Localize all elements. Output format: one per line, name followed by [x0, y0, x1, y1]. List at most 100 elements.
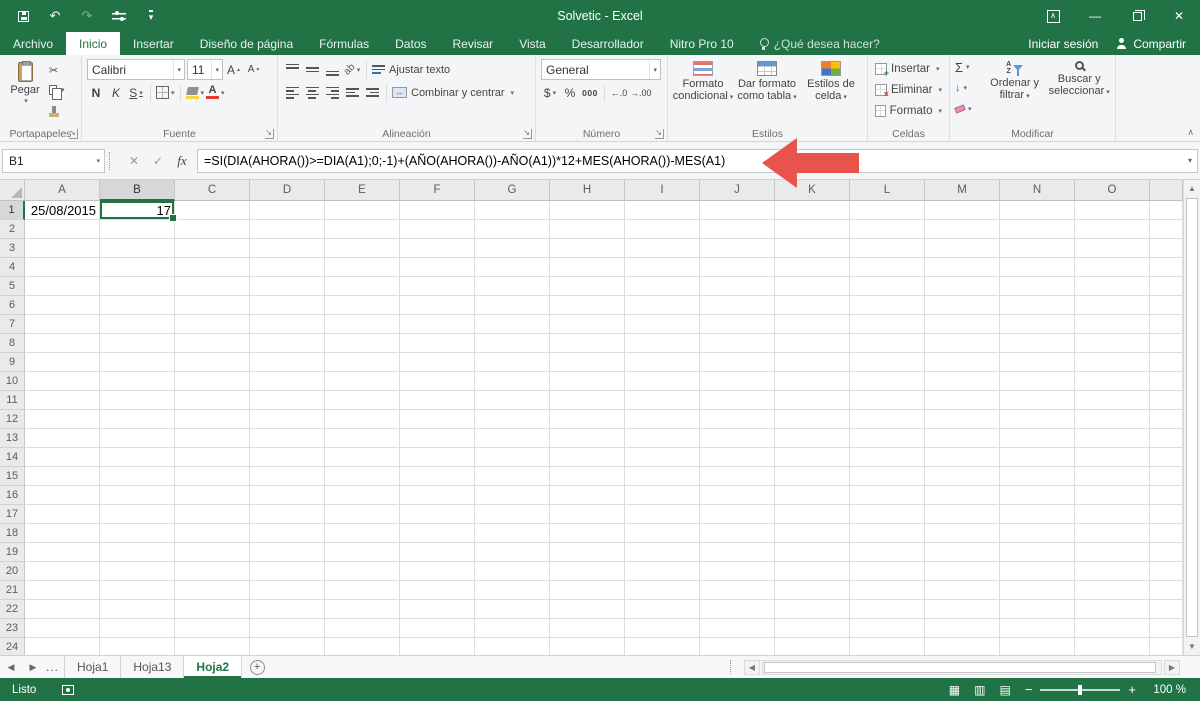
cell-F13[interactable] [400, 429, 475, 448]
cell-H8[interactable] [550, 334, 625, 353]
cell-J12[interactable] [700, 410, 775, 429]
scroll-up-icon[interactable]: ▲ [1184, 180, 1200, 197]
cell-F1[interactable] [400, 201, 475, 220]
cell-O13[interactable] [1075, 429, 1150, 448]
cell-B20[interactable] [100, 562, 175, 581]
cell-I7[interactable] [625, 315, 700, 334]
cell-B12[interactable] [100, 410, 175, 429]
cell-K11[interactable] [775, 391, 850, 410]
cell-A7[interactable] [25, 315, 100, 334]
cell-K2[interactable] [775, 220, 850, 239]
cell-J24[interactable] [700, 638, 775, 655]
cell-E21[interactable] [325, 581, 400, 600]
cell-C6[interactable] [175, 296, 250, 315]
cell-D10[interactable] [250, 372, 325, 391]
row-header-10[interactable]: 10 [0, 372, 25, 391]
cell-N4[interactable] [1000, 258, 1075, 277]
cell-D3[interactable] [250, 239, 325, 258]
cell-M14[interactable] [925, 448, 1000, 467]
cell-L17[interactable] [850, 505, 925, 524]
cell-B8[interactable] [100, 334, 175, 353]
cell-E19[interactable] [325, 543, 400, 562]
cell-B7[interactable] [100, 315, 175, 334]
cell-H18[interactable] [550, 524, 625, 543]
cell-E23[interactable] [325, 619, 400, 638]
cell-D20[interactable] [250, 562, 325, 581]
vertical-scrollbar-thumb[interactable] [1186, 198, 1198, 637]
cell-J14[interactable] [700, 448, 775, 467]
cell-F12[interactable] [400, 410, 475, 429]
cell-I22[interactable] [625, 600, 700, 619]
cell-L6[interactable] [850, 296, 925, 315]
cell-J10[interactable] [700, 372, 775, 391]
clipboard-dialog-launcher[interactable]: ↘ [69, 129, 78, 139]
cell-I13[interactable] [625, 429, 700, 448]
column-header-D[interactable]: D [250, 180, 325, 201]
row-header-3[interactable]: 3 [0, 239, 25, 258]
save-button[interactable] [14, 7, 32, 25]
zoom-in-button[interactable]: + [1128, 683, 1136, 696]
row-header-22[interactable]: 22 [0, 600, 25, 619]
cell-J4[interactable] [700, 258, 775, 277]
scroll-left-icon[interactable]: ◀ [744, 659, 760, 675]
cell-O24[interactable] [1075, 638, 1150, 655]
cell-B9[interactable] [100, 353, 175, 372]
macro-record-icon[interactable] [62, 684, 75, 695]
cell-F5[interactable] [400, 277, 475, 296]
cell-O5[interactable] [1075, 277, 1150, 296]
cell-G8[interactable] [475, 334, 550, 353]
cell-B6[interactable] [100, 296, 175, 315]
column-header-O[interactable]: O [1075, 180, 1150, 201]
cell-C9[interactable] [175, 353, 250, 372]
sheet-tab-hoja1[interactable]: Hoja1 [64, 656, 122, 678]
cell-G2[interactable] [475, 220, 550, 239]
number-format-combo[interactable]: General ▾ [541, 59, 661, 80]
cell-B17[interactable] [100, 505, 175, 524]
cell-L10[interactable] [850, 372, 925, 391]
horizontal-scrollbar[interactable]: ◀ ▶ [730, 656, 1200, 678]
cell-H21[interactable] [550, 581, 625, 600]
cell-I21[interactable] [625, 581, 700, 600]
cell-D13[interactable] [250, 429, 325, 448]
vertical-scrollbar[interactable]: ▲ ▼ [1183, 180, 1200, 655]
cell-G11[interactable] [475, 391, 550, 410]
cell-G24[interactable] [475, 638, 550, 655]
ribbon-tab-fórmulas[interactable]: Fórmulas [306, 32, 382, 55]
cell-F10[interactable] [400, 372, 475, 391]
cell-K23[interactable] [775, 619, 850, 638]
cell-H19[interactable] [550, 543, 625, 562]
cell-N6[interactable] [1000, 296, 1075, 315]
cell-L7[interactable] [850, 315, 925, 334]
cell-A11[interactable] [25, 391, 100, 410]
cell-G13[interactable] [475, 429, 550, 448]
column-header-F[interactable]: F [400, 180, 475, 201]
cell-O15[interactable] [1075, 467, 1150, 486]
fill-color-button[interactable]: ▾ [185, 83, 204, 103]
cell-A1[interactable]: 25/08/2015 [25, 201, 100, 220]
cell-K16[interactable] [775, 486, 850, 505]
cell-D2[interactable] [250, 220, 325, 239]
cell-G7[interactable] [475, 315, 550, 334]
cell-M8[interactable] [925, 334, 1000, 353]
cell-I16[interactable] [625, 486, 700, 505]
cell-A8[interactable] [25, 334, 100, 353]
cell-M23[interactable] [925, 619, 1000, 638]
column-header-L[interactable]: L [850, 180, 925, 201]
cell-O8[interactable] [1075, 334, 1150, 353]
cell-K17[interactable] [775, 505, 850, 524]
orientation-button[interactable]: ab ▾ [341, 60, 361, 80]
cell-K21[interactable] [775, 581, 850, 600]
cell-B16[interactable] [100, 486, 175, 505]
cell-O10[interactable] [1075, 372, 1150, 391]
cell-G20[interactable] [475, 562, 550, 581]
cell-O9[interactable] [1075, 353, 1150, 372]
cell-G6[interactable] [475, 296, 550, 315]
cell-H17[interactable] [550, 505, 625, 524]
cell-N11[interactable] [1000, 391, 1075, 410]
maximize-button[interactable] [1116, 0, 1158, 32]
cell-L16[interactable] [850, 486, 925, 505]
cell-M24[interactable] [925, 638, 1000, 655]
cell-D19[interactable] [250, 543, 325, 562]
cell-J22[interactable] [700, 600, 775, 619]
cell-H23[interactable] [550, 619, 625, 638]
